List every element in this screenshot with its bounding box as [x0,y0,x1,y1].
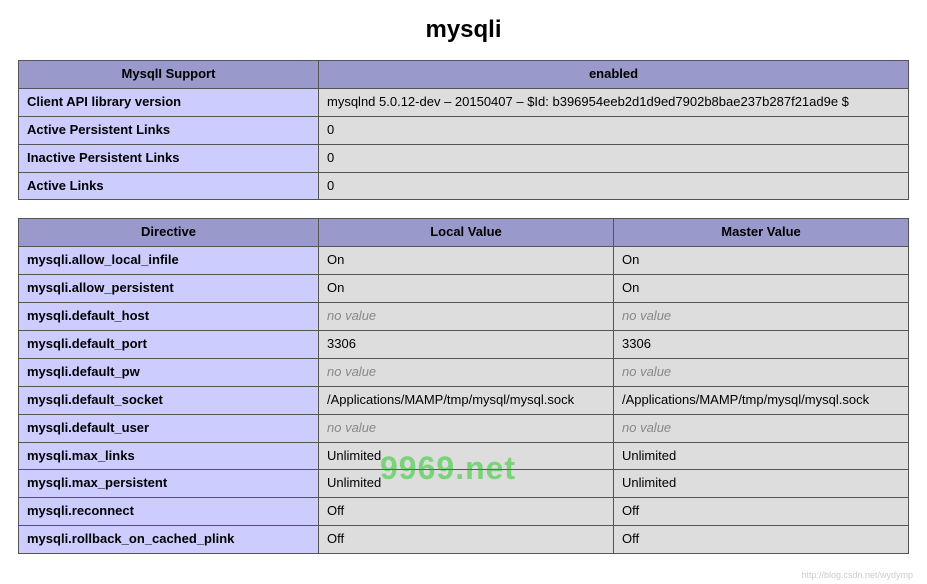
directive-key: mysqli.allow_persistent [19,275,319,303]
table-row: mysqli.default_userno valueno value [19,414,909,442]
config-value: mysqlnd 5.0.12-dev – 20150407 – $Id: b39… [319,88,909,116]
master-value: Unlimited [614,470,909,498]
master-value: 3306 [614,331,909,359]
master-value: no value [614,414,909,442]
support-header-left: MysqlI Support [19,61,319,89]
master-value: no value [614,303,909,331]
local-value: no value [319,303,614,331]
table-row: mysqli.allow_persistentOnOn [19,275,909,303]
local-value: /Applications/MAMP/tmp/mysql/mysql.sock [319,386,614,414]
table-row: mysqli.allow_local_infileOnOn [19,247,909,275]
master-value: no value [614,358,909,386]
directive-header: Directive [19,219,319,247]
config-key: Inactive Persistent Links [19,144,319,172]
master-value: On [614,247,909,275]
local-value: 3306 [319,331,614,359]
local-value: Unlimited [319,470,614,498]
directive-key: mysqli.default_pw [19,358,319,386]
directive-key: mysqli.max_persistent [19,470,319,498]
table-row: mysqli.default_socket/Applications/MAMP/… [19,386,909,414]
footer-attribution: http://blog.csdn.net/wydymp [801,570,913,580]
local-value: On [319,275,614,303]
table-row: Active Persistent Links0 [19,116,909,144]
config-value: 0 [319,116,909,144]
master-value: Unlimited [614,442,909,470]
table-row: mysqli.default_pwno valueno value [19,358,909,386]
config-value: 0 [319,144,909,172]
table-row: mysqli.default_hostno valueno value [19,303,909,331]
master-value: Off [614,498,909,526]
directive-key: mysqli.default_port [19,331,319,359]
table-row: mysqli.max_persistentUnlimitedUnlimited [19,470,909,498]
local-value: no value [319,358,614,386]
support-header-right: enabled [319,61,909,89]
directive-key: mysqli.rollback_on_cached_plink [19,526,319,554]
local-value: Off [319,526,614,554]
master-value: /Applications/MAMP/tmp/mysql/mysql.sock [614,386,909,414]
directive-key: mysqli.default_host [19,303,319,331]
config-value: 0 [319,172,909,200]
table-row: Client API library versionmysqlnd 5.0.12… [19,88,909,116]
directive-key: mysqli.reconnect [19,498,319,526]
config-key: Client API library version [19,88,319,116]
master-value-header: Master Value [614,219,909,247]
section-title: mysqli [18,16,909,44]
table-row: mysqli.max_linksUnlimitedUnlimited [19,442,909,470]
config-key: Active Links [19,172,319,200]
local-value: Off [319,498,614,526]
config-key: Active Persistent Links [19,116,319,144]
table-row: Inactive Persistent Links0 [19,144,909,172]
directive-key: mysqli.default_user [19,414,319,442]
table-row: Active Links0 [19,172,909,200]
local-value-header: Local Value [319,219,614,247]
table-row: mysqli.default_port33063306 [19,331,909,359]
table-row: mysqli.rollback_on_cached_plinkOffOff [19,526,909,554]
table-row: mysqli.reconnectOffOff [19,498,909,526]
local-value: no value [319,414,614,442]
directive-key: mysqli.allow_local_infile [19,247,319,275]
directive-key: mysqli.default_socket [19,386,319,414]
directives-table: Directive Local Value Master Value mysql… [18,218,909,554]
support-table: MysqlI Support enabled Client API librar… [18,60,909,200]
local-value: Unlimited [319,442,614,470]
master-value: Off [614,526,909,554]
directive-key: mysqli.max_links [19,442,319,470]
local-value: On [319,247,614,275]
master-value: On [614,275,909,303]
